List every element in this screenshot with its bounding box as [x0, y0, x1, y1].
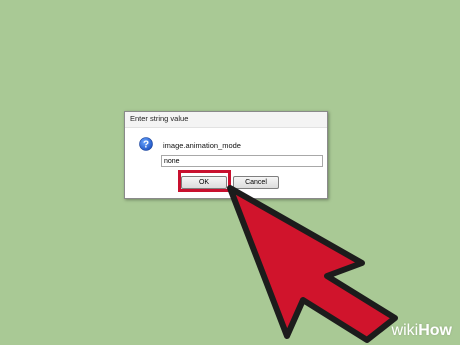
watermark-prefix: wiki: [391, 322, 419, 339]
question-icon: ?: [139, 137, 153, 151]
dialog-titlebar[interactable]: Enter string value: [125, 112, 327, 128]
dialog-title: Enter string value: [130, 114, 189, 123]
wikihow-watermark: wikiHow: [392, 322, 452, 340]
prompt-label: image.animation_mode: [163, 141, 241, 150]
ok-button[interactable]: OK: [181, 176, 227, 189]
svg-text:?: ?: [143, 140, 149, 151]
watermark-suffix: How: [418, 322, 452, 339]
string-value-input[interactable]: [161, 155, 323, 167]
cancel-button[interactable]: Cancel: [233, 176, 279, 189]
enter-string-dialog: Enter string value ? image.animation_mod…: [124, 111, 328, 199]
